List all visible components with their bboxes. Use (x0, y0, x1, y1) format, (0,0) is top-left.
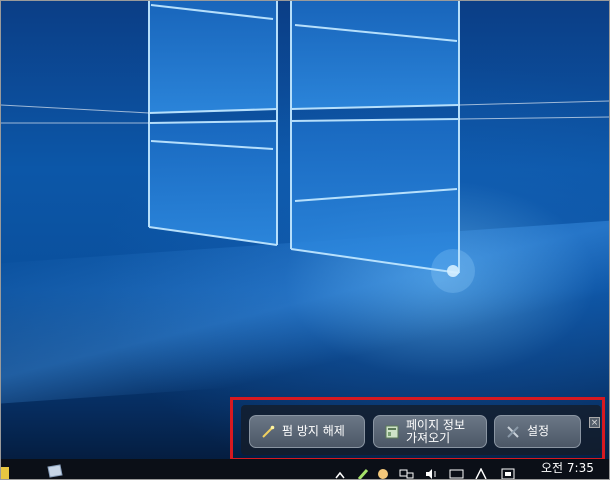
keyboard-icon[interactable] (449, 465, 465, 479)
face-icon[interactable] (377, 465, 389, 479)
windows-logo-icon[interactable] (1, 463, 17, 479)
folder-icon[interactable] (47, 463, 63, 479)
screen: 펌 방지 해제 페이지 정보 가져오기 설정 × 오전 7:35 (0, 0, 610, 480)
ime-icon[interactable] (475, 465, 487, 479)
taskbar-clock[interactable]: 오전 7:35 (541, 459, 594, 476)
taskbar: 오전 7:35 (1, 459, 609, 479)
chevron-up-icon[interactable] (335, 465, 345, 479)
volume-icon[interactable] (425, 465, 439, 479)
highlight-box (230, 397, 605, 461)
action-center-icon[interactable] (501, 465, 515, 479)
network-icon[interactable] (399, 465, 415, 479)
pen-icon[interactable] (357, 465, 369, 479)
